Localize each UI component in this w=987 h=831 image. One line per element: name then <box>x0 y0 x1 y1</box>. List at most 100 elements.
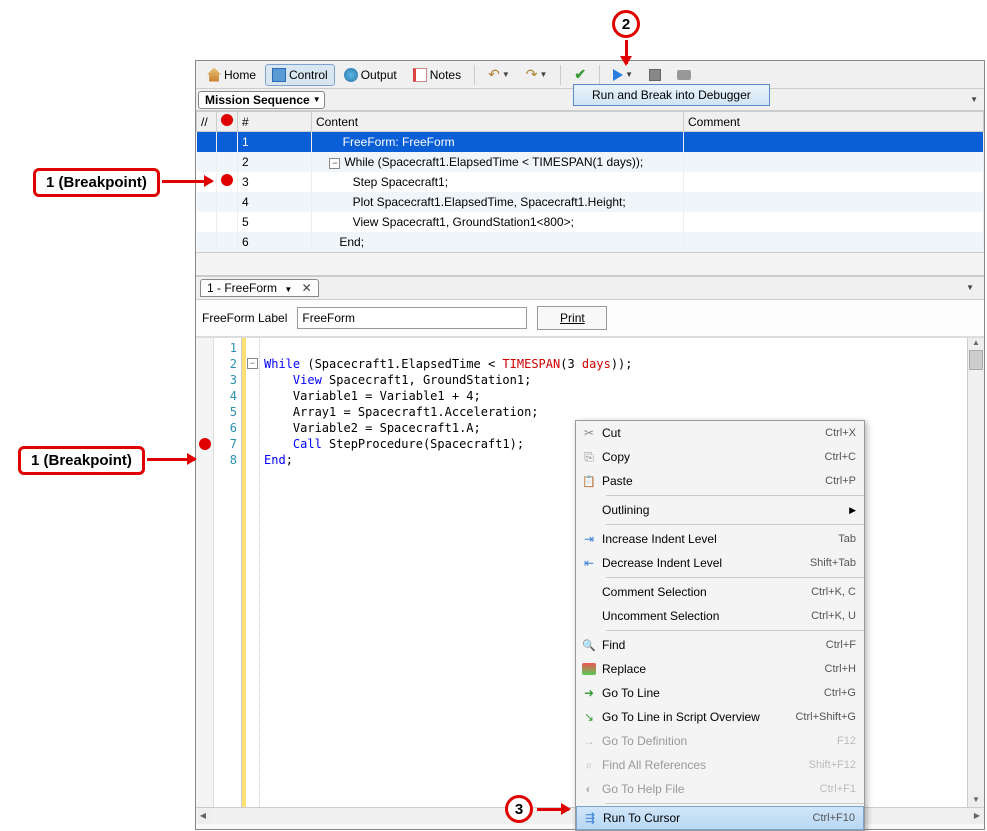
notes-label: Notes <box>430 68 461 82</box>
freeform-label-input[interactable] <box>297 307 527 329</box>
shortcut-label: Shift+Tab <box>810 557 856 569</box>
menu-item-copy[interactable]: CopyCtrl+C <box>576 445 864 469</box>
ci-paste-icon <box>576 474 602 488</box>
breakpoint-icon[interactable] <box>221 174 233 186</box>
menu-item-uncomment-selection[interactable]: Uncomment SelectionCtrl+K, U <box>576 604 864 628</box>
freeform-label-row: FreeForm Label Print <box>196 300 984 337</box>
callout-2-label: 2 <box>612 10 640 38</box>
stop-button[interactable] <box>642 64 668 86</box>
menu-item-label: Decrease Indent Level <box>602 556 810 570</box>
scroll-left-icon[interactable]: ◀ <box>196 808 210 824</box>
table-footer <box>196 252 984 276</box>
breakpoint-gutter[interactable] <box>196 338 214 807</box>
home-icon <box>207 68 221 82</box>
table-row[interactable]: 1 FreeForm: FreeForm <box>197 132 984 152</box>
arrow-1b <box>147 458 195 461</box>
line-number-gutter: 12345678 <box>214 338 242 807</box>
menu-item-run-to-cursor[interactable]: Run To CursorCtrl+F10 <box>576 806 864 830</box>
validate-button[interactable]: ✔ <box>567 64 593 86</box>
run-dropdown-tooltip[interactable]: Run and Break into Debugger <box>573 84 770 106</box>
notes-button[interactable]: Notes <box>406 64 468 86</box>
callout-3: 3 <box>505 795 533 823</box>
col-comment-toggle[interactable]: // <box>197 112 217 132</box>
output-label: Output <box>361 68 397 82</box>
notes-icon <box>413 68 427 82</box>
shortcut-label: Ctrl+C <box>825 451 856 463</box>
shortcut-label: Ctrl+K, U <box>811 610 856 622</box>
menu-item-increase-indent-level[interactable]: Increase Indent LevelTab <box>576 527 864 551</box>
ci-indent-in-icon <box>576 532 602 546</box>
callout-1b-label: 1 (Breakpoint) <box>18 446 145 475</box>
chevron-down-icon[interactable]: ▼ <box>284 285 292 294</box>
col-breakpoint[interactable] <box>217 112 238 132</box>
run-button[interactable]: ▼ <box>606 64 640 86</box>
chevron-down-icon[interactable]: ▼ <box>970 95 978 104</box>
redo-button[interactable]: ↷▼ <box>519 64 555 86</box>
freeform-tab[interactable]: 1 - FreeForm ▼ ✕ <box>200 279 319 297</box>
menu-item-go-to-line[interactable]: Go To LineCtrl+G <box>576 681 864 705</box>
home-button[interactable]: Home <box>200 64 263 86</box>
menu-item-find[interactable]: FindCtrl+F <box>576 633 864 657</box>
table-row[interactable]: 4 Plot Spacecraft1.ElapsedTime, Spacecra… <box>197 192 984 212</box>
record-button[interactable] <box>670 64 698 86</box>
col-number[interactable]: # <box>238 112 312 132</box>
table-row[interactable]: 5 View Spacecraft1, GroundStation1<800>; <box>197 212 984 232</box>
context-menu: CutCtrl+XCopyCtrl+CPasteCtrl+P Outlining▶… <box>575 420 865 831</box>
scroll-down-icon[interactable]: ▼ <box>968 795 984 807</box>
close-icon[interactable]: ✕ <box>302 281 312 295</box>
fold-icon[interactable]: − <box>247 358 258 369</box>
menu-separator <box>606 577 864 578</box>
scroll-up-icon[interactable]: ▲ <box>968 338 984 350</box>
collapse-icon[interactable]: − <box>329 158 340 169</box>
vertical-scrollbar[interactable]: ▲ ▼ <box>967 338 984 807</box>
arrow-2 <box>625 40 628 64</box>
col-comment-text[interactable]: Comment <box>684 112 984 132</box>
scroll-right-icon[interactable]: ▶ <box>970 808 984 824</box>
shortcut-label: Ctrl+H <box>825 663 856 675</box>
separator <box>474 65 475 85</box>
ci-def-icon <box>576 734 602 748</box>
control-label: Control <box>289 68 328 82</box>
menu-separator <box>606 495 864 496</box>
undo-button[interactable]: ↶▼ <box>481 64 517 86</box>
callout-1b: 1 (Breakpoint) <box>18 446 145 475</box>
freeform-label-caption: FreeForm Label <box>202 311 287 325</box>
chevron-down-icon: ▼ <box>539 70 547 79</box>
menu-item-label: Go To Definition <box>602 734 837 748</box>
callout-2: 2 <box>612 10 640 38</box>
table-row[interactable]: 3 Step Spacecraft1; <box>197 172 984 192</box>
menu-item-go-to-line-in-script-overview[interactable]: Go To Line in Script OverviewCtrl+Shift+… <box>576 705 864 729</box>
print-button[interactable]: Print <box>537 306 607 330</box>
control-button[interactable]: Control <box>265 64 335 86</box>
mission-sequence-dropdown[interactable]: Mission Sequence <box>198 91 325 109</box>
shortcut-label: F12 <box>837 735 856 747</box>
menu-item-replace[interactable]: ReplaceCtrl+H <box>576 657 864 681</box>
ci-indent-out-icon <box>576 556 602 570</box>
col-content[interactable]: Content <box>312 112 684 132</box>
home-label: Home <box>224 68 256 82</box>
chevron-down-icon: ▼ <box>502 70 510 79</box>
breakpoint-icon[interactable] <box>199 438 211 450</box>
menu-item-comment-selection[interactable]: Comment SelectionCtrl+K, C <box>576 580 864 604</box>
table-row[interactable]: 2 −While (Spacecraft1.ElapsedTime < TIME… <box>197 152 984 172</box>
scroll-thumb[interactable] <box>969 350 983 370</box>
table-row[interactable]: 6 End; <box>197 232 984 252</box>
stop-icon <box>649 69 661 81</box>
chevron-down-icon[interactable]: ▼ <box>966 283 974 292</box>
ci-goto-ov-icon <box>576 710 602 724</box>
shortcut-label: Ctrl+F1 <box>820 783 856 795</box>
shortcut-label: Ctrl+K, C <box>811 586 856 598</box>
menu-item-label: Go To Line in Script Overview <box>602 710 795 724</box>
fold-gutter[interactable]: − <box>246 338 260 807</box>
output-button[interactable]: Output <box>337 64 404 86</box>
menu-item-label: Go To Help File <box>602 782 820 796</box>
menu-item-label: Increase Indent Level <box>602 532 838 546</box>
breakpoint-icon <box>221 114 233 126</box>
menu-item-label: Outlining <box>602 503 841 517</box>
menu-item-outlining[interactable]: Outlining▶ <box>576 498 864 522</box>
freeform-tab-bar: 1 - FreeForm ▼ ✕ ▼ <box>196 276 984 300</box>
separator <box>599 65 600 85</box>
menu-item-decrease-indent-level[interactable]: Decrease Indent LevelShift+Tab <box>576 551 864 575</box>
menu-item-paste[interactable]: PasteCtrl+P <box>576 469 864 493</box>
menu-item-cut[interactable]: CutCtrl+X <box>576 421 864 445</box>
